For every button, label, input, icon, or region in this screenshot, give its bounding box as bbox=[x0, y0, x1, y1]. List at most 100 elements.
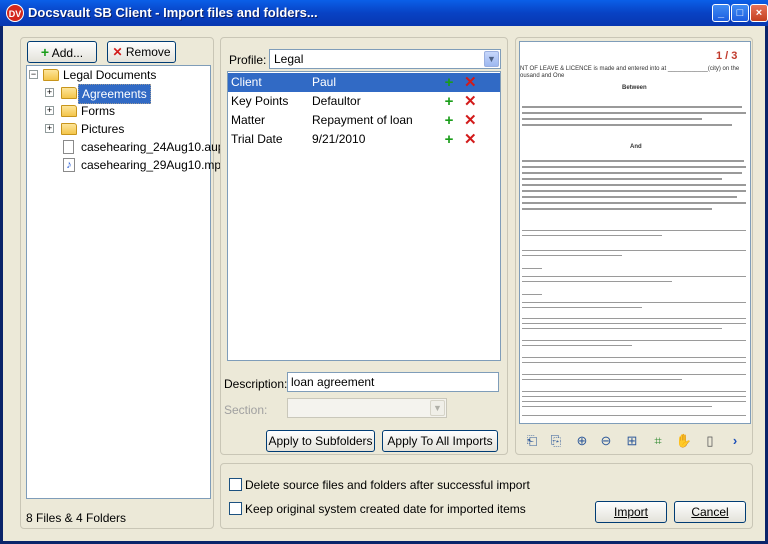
doc-text-line bbox=[522, 415, 746, 416]
mouse-icon[interactable]: ▯ bbox=[700, 431, 720, 451]
doc-text-line bbox=[522, 268, 542, 269]
doc-text-line bbox=[522, 374, 746, 375]
section-select[interactable]: ▼ bbox=[287, 398, 447, 418]
tree-item-label: Pictures bbox=[81, 122, 125, 136]
property-row[interactable]: Client Paul + ✕ bbox=[228, 73, 500, 92]
collapse-icon[interactable]: − bbox=[29, 70, 38, 79]
zoom-fit-icon[interactable]: ⊞ bbox=[622, 431, 642, 451]
file-icon bbox=[63, 140, 74, 154]
doc-text-line bbox=[522, 106, 742, 108]
title-bar: DV Docsvault SB Client - Import files an… bbox=[0, 0, 768, 26]
property-row[interactable]: Key Points Defaultor + ✕ bbox=[228, 92, 500, 111]
maximize-button[interactable]: □ bbox=[731, 4, 749, 22]
cancel-button[interactable]: Cancel bbox=[674, 501, 746, 523]
property-row[interactable]: Matter Repayment of loan + ✕ bbox=[228, 111, 500, 130]
delete-value-icon[interactable]: ✕ bbox=[464, 132, 477, 147]
doc-text-line bbox=[522, 318, 746, 319]
apply-to-all-button[interactable]: Apply To All Imports bbox=[382, 430, 498, 452]
doc-text-line bbox=[522, 166, 746, 168]
doc-text-line bbox=[522, 112, 746, 114]
import-button[interactable]: Import bbox=[595, 501, 667, 523]
remove-icon: ✕ bbox=[112, 45, 123, 59]
property-list[interactable]: Client Paul + ✕ Key Points Defaultor + ✕… bbox=[227, 71, 501, 361]
tree-item-pictures[interactable]: + Pictures bbox=[29, 120, 209, 138]
music-file-icon: ♪ bbox=[63, 158, 75, 172]
property-value: 9/21/2010 bbox=[312, 132, 366, 146]
fit-page-icon[interactable]: ⌗ bbox=[648, 431, 668, 451]
property-name: Trial Date bbox=[231, 132, 283, 146]
tree-item-label: Forms bbox=[81, 104, 115, 118]
doc-line-1: NT OF LEAVE & LICENCE is made and entere… bbox=[520, 66, 740, 72]
add-value-icon[interactable]: + bbox=[444, 75, 454, 90]
profile-select[interactable]: Legal ▼ bbox=[269, 49, 501, 69]
add-button[interactable]: + Add... bbox=[27, 41, 97, 63]
profile-value: Legal bbox=[274, 52, 304, 66]
tree-item-aup-file[interactable]: casehearing_24Aug10.aup bbox=[29, 138, 224, 156]
doc-text-line bbox=[522, 323, 746, 324]
source-tree[interactable]: − Legal Documents + Agreements + Forms + bbox=[26, 65, 228, 499]
page-indicator: 1 / 3 bbox=[716, 50, 738, 62]
property-name: Client bbox=[231, 75, 262, 89]
chevron-down-icon[interactable]: ▼ bbox=[430, 400, 445, 416]
page-next-icon[interactable]: ⎘ bbox=[546, 431, 566, 451]
doc-text-line bbox=[522, 172, 742, 174]
keep-date-checkbox[interactable] bbox=[229, 502, 242, 515]
plus-icon: + bbox=[40, 44, 50, 60]
property-value: Paul bbox=[312, 75, 337, 89]
property-name: Key Points bbox=[231, 94, 289, 108]
tree-item-forms[interactable]: + Forms bbox=[29, 102, 209, 120]
add-value-icon[interactable]: + bbox=[444, 113, 454, 128]
zoom-out-icon[interactable]: ⊖ bbox=[596, 431, 616, 451]
page-prev-icon[interactable]: ⎗ bbox=[522, 431, 542, 451]
expand-icon[interactable]: + bbox=[45, 124, 54, 133]
zoom-in-icon[interactable]: ⊕ bbox=[572, 431, 592, 451]
remove-label: Remove bbox=[125, 45, 171, 59]
description-input[interactable]: loan agreement bbox=[287, 372, 499, 392]
item-count-status: 8 Files & 4 Folders bbox=[26, 511, 127, 525]
dialog-body: + Add... ✕ Remove − Legal Documents + Ag… bbox=[3, 26, 765, 541]
doc-text-line bbox=[522, 307, 642, 308]
app-window: DV Docsvault SB Client - Import files an… bbox=[0, 0, 768, 544]
property-value: Repayment of loan bbox=[312, 113, 413, 127]
doc-text-line bbox=[522, 362, 746, 363]
tree-item-mp3-file[interactable]: ♪ casehearing_29Aug10.mp3 bbox=[29, 156, 228, 174]
close-button[interactable]: × bbox=[750, 4, 768, 22]
add-value-icon[interactable]: + bbox=[444, 132, 454, 147]
remove-button[interactable]: ✕ Remove bbox=[107, 41, 176, 63]
delete-value-icon[interactable]: ✕ bbox=[464, 75, 477, 90]
doc-text-line bbox=[522, 230, 746, 231]
doc-text-line bbox=[522, 294, 542, 295]
apply-to-subfolders-button[interactable]: Apply to Subfolders bbox=[266, 430, 375, 452]
keep-date-label: Keep original system created date for im… bbox=[245, 502, 526, 516]
add-label: Add... bbox=[51, 46, 84, 60]
folder-icon bbox=[61, 123, 77, 135]
doc-text-line bbox=[522, 202, 746, 204]
minimize-button[interactable]: _ bbox=[712, 4, 730, 22]
doc-text-line bbox=[522, 391, 746, 392]
add-value-icon[interactable]: + bbox=[444, 94, 454, 109]
doc-text-line bbox=[522, 160, 744, 162]
property-row[interactable]: Trial Date 9/21/2010 + ✕ bbox=[228, 130, 500, 149]
doc-text-line bbox=[522, 118, 702, 120]
doc-text-line bbox=[522, 357, 746, 358]
doc-text-line bbox=[522, 396, 746, 397]
expand-icon[interactable]: + bbox=[45, 106, 54, 115]
doc-text-line bbox=[522, 328, 722, 329]
delete-value-icon[interactable]: ✕ bbox=[464, 113, 477, 128]
more-icon[interactable]: › bbox=[728, 431, 742, 451]
doc-text-line bbox=[522, 178, 722, 180]
doc-heading-and: And bbox=[630, 144, 642, 150]
chevron-down-icon[interactable]: ▼ bbox=[484, 51, 499, 67]
delete-value-icon[interactable]: ✕ bbox=[464, 94, 477, 109]
doc-text-line bbox=[522, 124, 732, 126]
tree-item-agreements[interactable]: + Agreements bbox=[29, 84, 209, 104]
tree-item-legal-documents[interactable]: − Legal Documents bbox=[29, 66, 209, 84]
delete-source-checkbox[interactable] bbox=[229, 478, 242, 491]
expand-icon[interactable]: + bbox=[45, 88, 54, 97]
document-preview[interactable]: 1 / 3 NT OF LEAVE & LICENCE is made and … bbox=[519, 41, 751, 424]
pan-hand-icon[interactable]: ✋ bbox=[674, 431, 694, 451]
properties-panel: Profile: Legal ▼ Client Paul + ✕ Key Poi… bbox=[220, 37, 508, 455]
doc-line-2: ousand and One bbox=[520, 73, 565, 79]
profile-label: Profile: bbox=[229, 53, 267, 67]
docsvault-logo-icon: DV bbox=[6, 4, 24, 22]
